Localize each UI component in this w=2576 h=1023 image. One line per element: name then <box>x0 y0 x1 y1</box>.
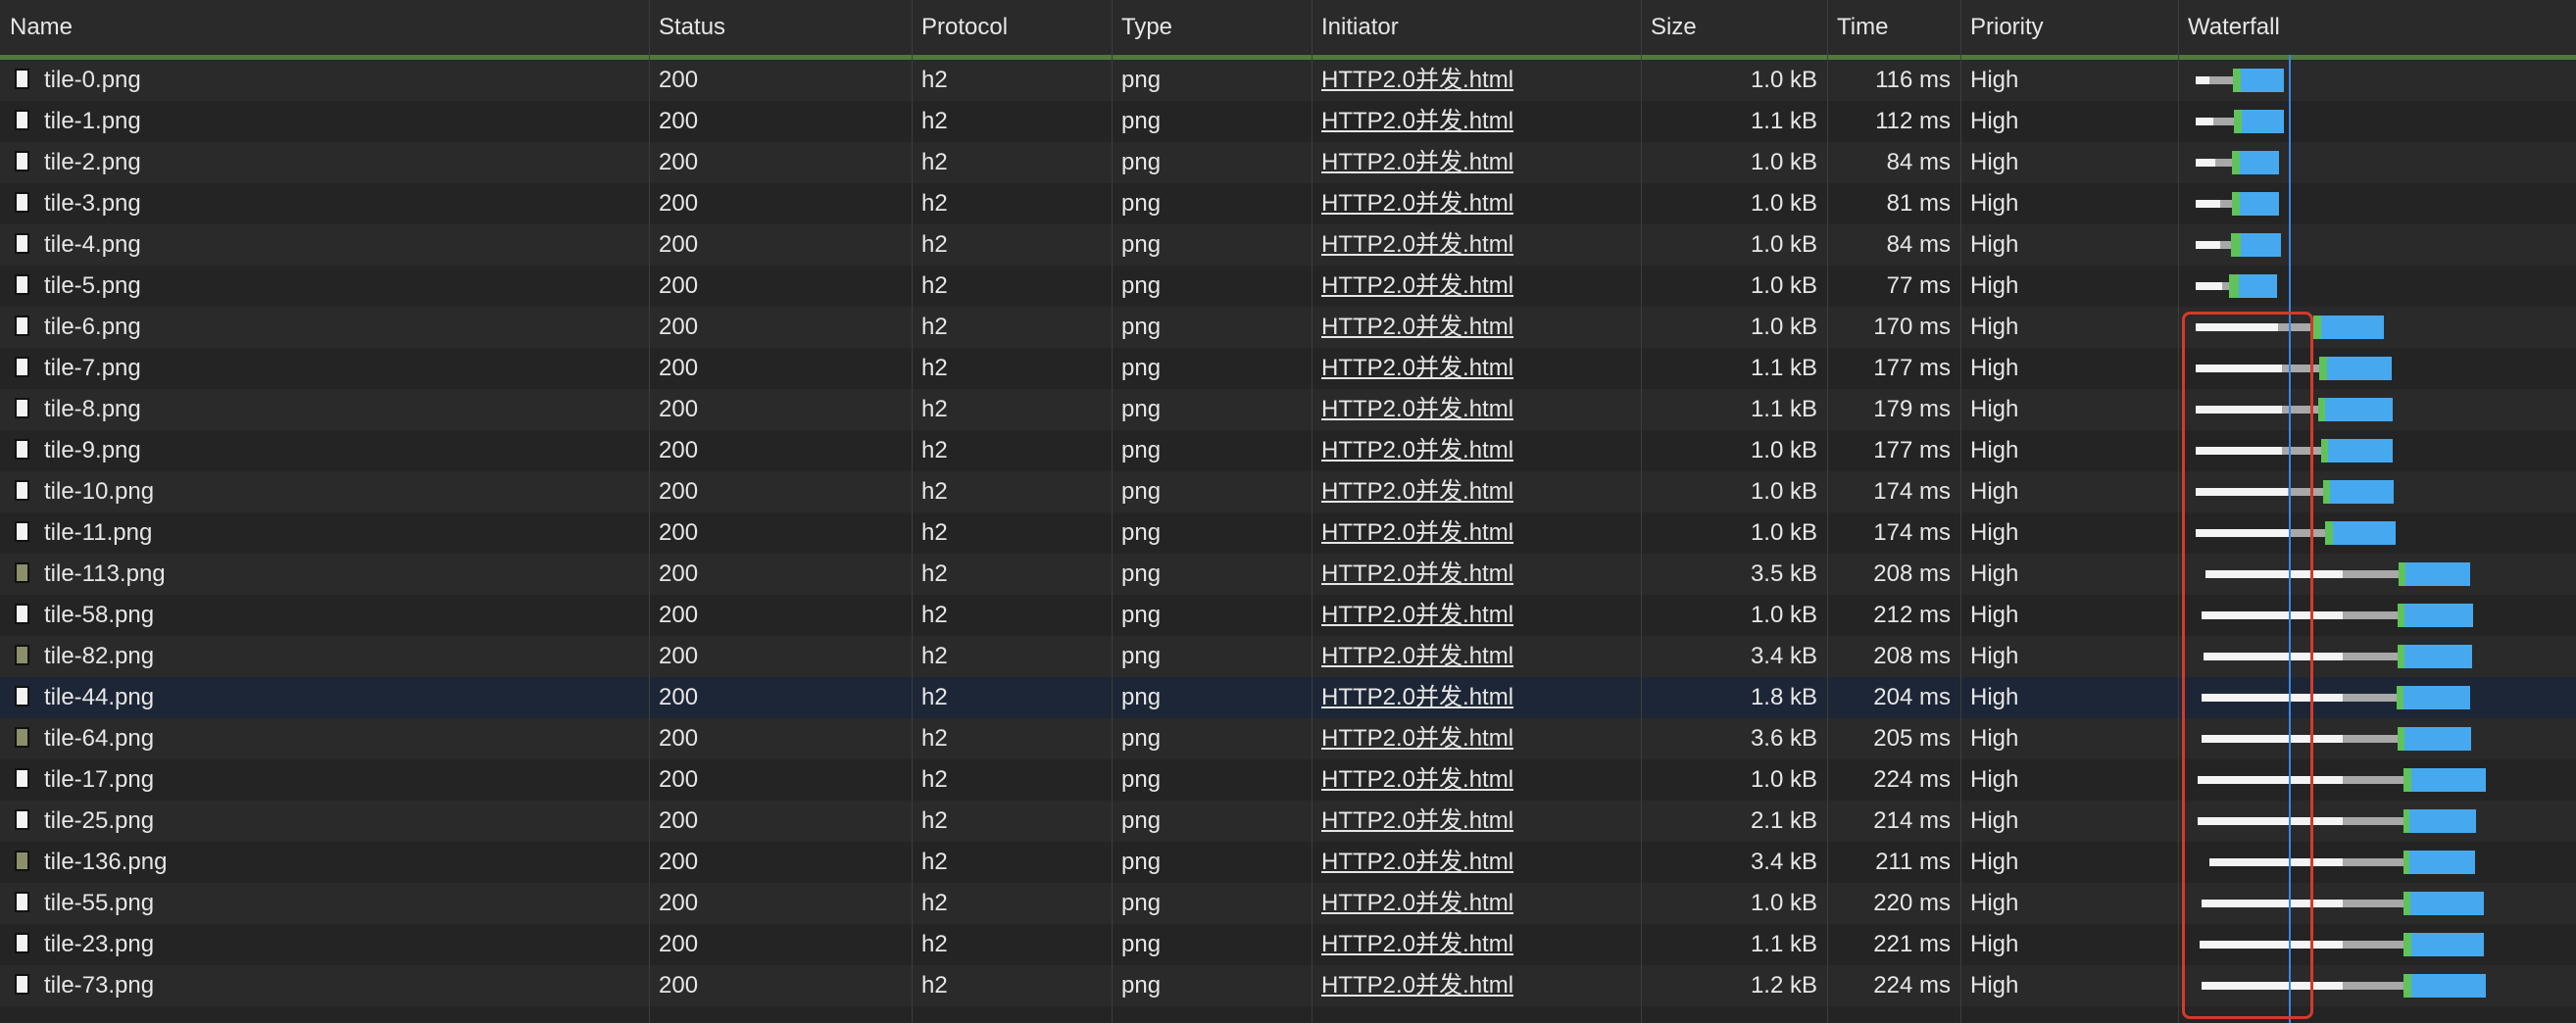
waterfall-ttfb-segment <box>2403 974 2411 998</box>
waterfall-ttfb-segment <box>2323 480 2330 504</box>
waterfall-bar[interactable] <box>0 224 2576 266</box>
waterfall-ttfb-segment <box>2398 604 2404 627</box>
waterfall-download-segment <box>2240 192 2279 216</box>
column-header-initiator[interactable]: Initiator <box>1312 0 1641 55</box>
column-header-priority[interactable]: Priority <box>1960 0 2178 55</box>
waterfall-download-segment <box>2410 892 2484 915</box>
waterfall-ttfb-segment <box>2398 645 2404 668</box>
waterfall-stalled-segment <box>2343 900 2403 907</box>
waterfall-stalled-segment <box>2209 76 2233 84</box>
column-divider[interactable] <box>1112 0 1113 1023</box>
waterfall-download-segment <box>2327 357 2392 380</box>
waterfall-queue-segment <box>2196 282 2222 290</box>
waterfall-queue-segment <box>2196 159 2215 167</box>
waterfall-ttfb-segment <box>2398 727 2404 751</box>
waterfall-ttfb-segment <box>2399 562 2405 586</box>
column-divider[interactable] <box>649 0 650 1023</box>
waterfall-stalled-segment <box>2343 694 2397 702</box>
column-divider[interactable] <box>2178 0 2179 1023</box>
waterfall-download-segment <box>2242 110 2284 133</box>
waterfall-ttfb-segment <box>2313 316 2321 339</box>
waterfall-stalled-segment <box>2215 159 2232 167</box>
waterfall-download-segment <box>2404 604 2473 627</box>
network-panel: Name Status Protocol Type Initiator Size… <box>0 0 2576 1023</box>
waterfall-queue-segment <box>2196 118 2213 125</box>
waterfall-download-segment <box>2330 480 2394 504</box>
table-row[interactable]: tile-4.png 200 h2 png HTTP2.0并发.html 1.0 kB 84… <box>0 224 2576 266</box>
waterfall-download-segment <box>2405 562 2470 586</box>
waterfall-download-segment <box>2333 521 2396 545</box>
waterfall-ttfb-segment <box>2318 398 2325 421</box>
waterfall-download-segment <box>2240 151 2279 174</box>
waterfall-download-segment <box>2325 398 2393 421</box>
column-divider[interactable] <box>1312 0 1313 1023</box>
waterfall-download-segment <box>2321 316 2384 339</box>
waterfall-stalled-segment <box>2343 982 2403 990</box>
waterfall-stalled-segment <box>2343 653 2398 660</box>
column-divider[interactable] <box>1827 0 1828 1023</box>
waterfall-ttfb-segment <box>2231 233 2241 257</box>
waterfall-download-segment <box>2411 933 2484 956</box>
waterfall-bar[interactable] <box>0 266 2576 307</box>
waterfall-ttfb-segment <box>2319 357 2327 380</box>
waterfall-stalled-segment <box>2222 282 2229 290</box>
waterfall-stalled-segment <box>2213 118 2234 125</box>
waterfall-download-segment <box>2409 851 2475 874</box>
column-divider[interactable] <box>1641 0 1642 1023</box>
waterfall-ttfb-segment <box>2403 768 2411 792</box>
waterfall-download-segment <box>2411 974 2486 998</box>
waterfall-stalled-segment <box>2343 941 2403 949</box>
column-divider[interactable] <box>1960 0 1961 1023</box>
waterfall-ttfb-segment <box>2397 686 2403 709</box>
column-header-protocol[interactable]: Protocol <box>912 0 1112 55</box>
waterfall-stalled-segment <box>2343 776 2403 784</box>
waterfall-ttfb-segment <box>2325 521 2333 545</box>
column-header-time[interactable]: Time <box>1827 0 1960 55</box>
waterfall-stalled-segment <box>2343 611 2398 619</box>
waterfall-download-segment <box>2411 768 2486 792</box>
table-row[interactable]: tile-1.png 200 h2 png HTTP2.0并发.html 1.1 kB 11… <box>0 101 2576 142</box>
column-header-name[interactable]: Name <box>0 0 649 55</box>
table-row[interactable]: tile-2.png 200 h2 png HTTP2.0并发.html 1.0 kB 84… <box>0 142 2576 183</box>
table-header: Name Status Protocol Type Initiator Size… <box>0 0 2576 55</box>
waterfall-download-segment <box>2409 809 2476 833</box>
waterfall-stalled-segment <box>2343 570 2399 578</box>
waterfall-download-segment <box>2404 645 2472 668</box>
waterfall-download-segment <box>2241 233 2281 257</box>
waterfall-stalled-segment <box>2343 858 2403 866</box>
waterfall-bar[interactable] <box>0 60 2576 101</box>
column-header-size[interactable]: Size <box>1641 0 1827 55</box>
waterfall-bar[interactable] <box>0 101 2576 142</box>
waterfall-download-segment <box>2328 439 2393 463</box>
waterfall-stalled-segment <box>2343 735 2398 743</box>
table-row[interactable]: tile-0.png 200 h2 png HTTP2.0并发.html 1.0 kB 11… <box>0 60 2576 101</box>
annotation-highlight-box <box>2182 312 2313 1019</box>
column-divider[interactable] <box>912 0 913 1023</box>
table-row[interactable]: tile-3.png 200 h2 png HTTP2.0并发.html 1.0 kB 81… <box>0 183 2576 224</box>
waterfall-stalled-segment <box>2220 241 2231 249</box>
waterfall-ttfb-segment <box>2229 274 2239 298</box>
waterfall-bar[interactable] <box>0 142 2576 183</box>
column-header-status[interactable]: Status <box>649 0 912 55</box>
waterfall-queue-segment <box>2196 241 2220 249</box>
waterfall-ttfb-segment <box>2232 192 2240 216</box>
column-header-waterfall[interactable]: Waterfall <box>2178 0 2576 55</box>
table-row[interactable]: tile-5.png 200 h2 png HTTP2.0并发.html 1.0 kB 77… <box>0 266 2576 307</box>
waterfall-download-segment <box>2403 686 2470 709</box>
waterfall-ttfb-segment <box>2321 439 2328 463</box>
waterfall-ttfb-segment <box>2233 69 2241 92</box>
waterfall-ttfb-segment <box>2234 110 2242 133</box>
waterfall-download-segment <box>2404 727 2471 751</box>
waterfall-bar[interactable] <box>0 183 2576 224</box>
waterfall-queue-segment <box>2196 76 2209 84</box>
waterfall-queue-segment <box>2196 200 2220 208</box>
waterfall-ttfb-segment <box>2403 892 2410 915</box>
waterfall-download-segment <box>2239 274 2277 298</box>
column-header-type[interactable]: Type <box>1112 0 1312 55</box>
waterfall-ttfb-segment <box>2403 933 2411 956</box>
waterfall-stalled-segment <box>2343 817 2403 825</box>
waterfall-ttfb-segment <box>2232 151 2240 174</box>
waterfall-download-segment <box>2241 69 2284 92</box>
waterfall-stalled-segment <box>2220 200 2232 208</box>
